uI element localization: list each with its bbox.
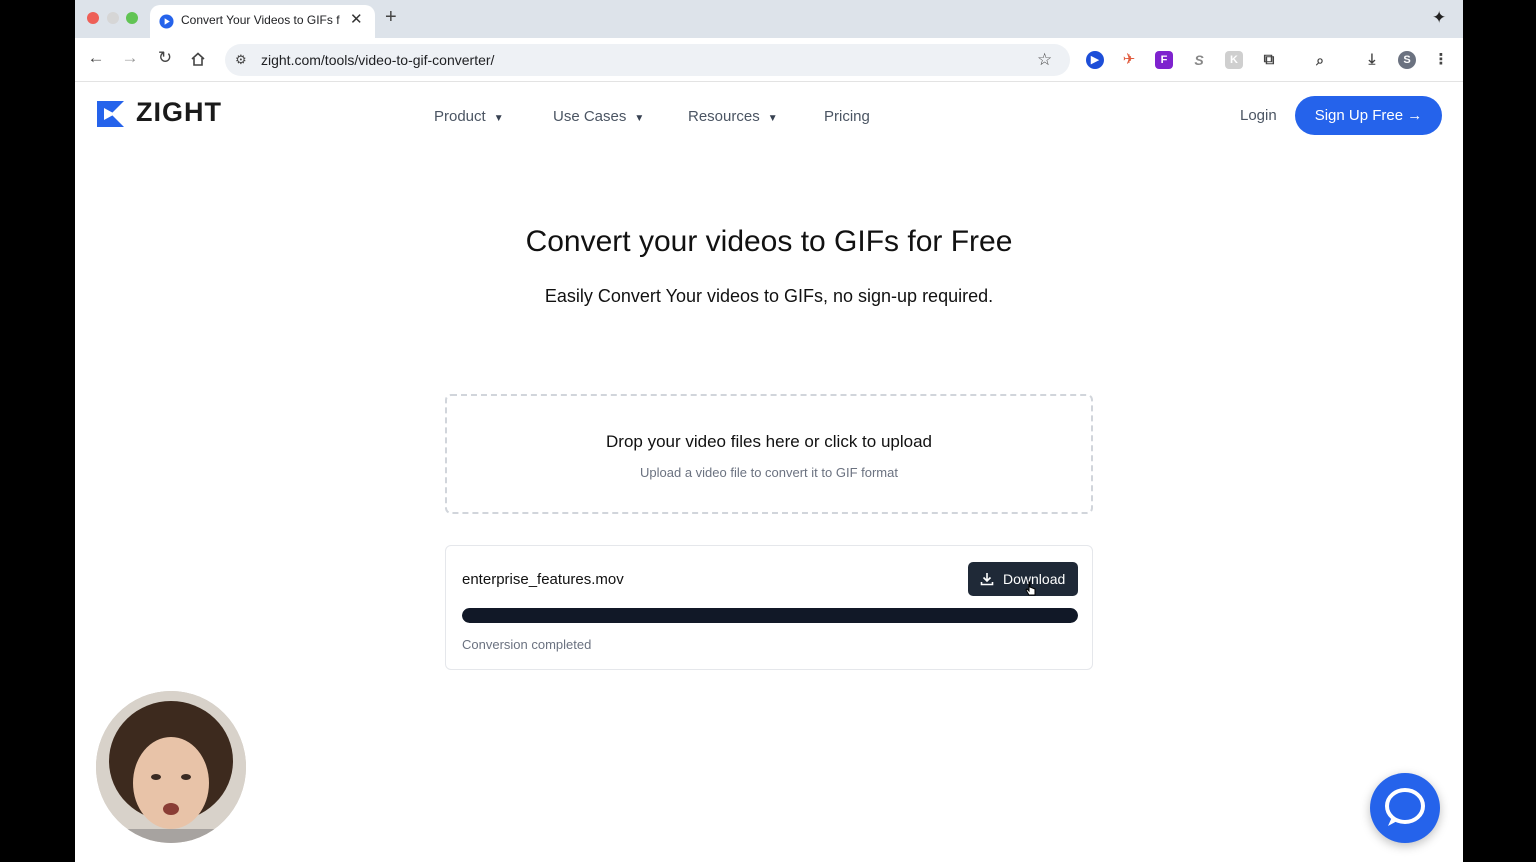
chevron-down-icon: ▼ [634,113,645,124]
mouse-cursor-icon [1025,581,1036,596]
reload-icon[interactable]: ↻ [154,48,176,68]
conversion-progress-bar [462,608,1078,623]
zight-favicon-icon [159,14,174,29]
extension-icon[interactable]: K [1225,51,1243,69]
chat-launcher-button[interactable] [1370,773,1440,843]
zight-extension-icon[interactable]: ▶ [1086,51,1104,69]
nav-use-cases[interactable]: Use Cases ▼ [553,108,644,125]
address-bar[interactable]: ⚙ zight.com/tools/video-to-gif-converter… [225,44,1070,76]
minimize-window-button[interactable] [107,12,119,24]
progress-fill [462,608,1078,623]
conversion-status: Conversion completed [462,637,592,652]
webcam-bubble[interactable] [96,691,246,843]
brand-name[interactable]: ZIGHT [136,97,222,128]
page-title: Convert your videos to GIFs for Free [525,225,1013,258]
tab-search-icon[interactable]: ⌕ [1311,51,1329,69]
profile-avatar[interactable]: S [1398,51,1416,69]
sign-up-button[interactable]: Sign Up Free → [1295,96,1442,135]
file-name: enterprise_features.mov [462,571,624,588]
browser-tab[interactable]: Convert Your Videos to GIFs f ✕ [150,5,375,38]
maximize-window-button[interactable] [126,12,138,24]
extension-icon[interactable]: S [1190,51,1208,69]
nav-label: Resources [688,108,760,125]
downloads-icon[interactable]: ⤓ [1363,51,1381,69]
extensions-puzzle-icon[interactable]: ⧉ [1260,51,1278,69]
browser-menu-icon[interactable]: ⋮ [1432,51,1450,69]
dropzone-title: Drop your video files here or click to u… [606,432,932,451]
zight-logo-icon[interactable] [94,97,128,131]
bookmark-star-icon[interactable]: ☆ [1037,50,1052,70]
login-link[interactable]: Login [1240,107,1277,124]
browser-tab-bar: Convert Your Videos to GIFs f ✕ + ✦ [75,0,1463,38]
extension-icon[interactable]: F [1155,51,1173,69]
close-tab-icon[interactable]: ✕ [350,10,363,28]
download-button[interactable]: Download [968,562,1078,596]
chevron-down-icon: ▼ [767,113,778,124]
chat-bubble-icon [1385,788,1425,826]
forward-icon[interactable]: → [119,48,141,68]
extension-icon[interactable]: ✈ [1120,51,1138,69]
nav-label: Pricing [824,108,870,125]
back-icon[interactable]: ← [85,48,107,68]
nav-pricing[interactable]: Pricing [824,108,870,125]
site-settings-icon[interactable]: ⚙ [235,52,247,68]
presenter-video-frame [96,691,246,843]
nav-label: Use Cases [553,108,627,125]
close-window-button[interactable] [87,12,99,24]
nav-label: Product [434,108,486,125]
new-tab-icon[interactable]: + [385,6,397,29]
dropzone-subtitle: Upload a video file to convert it to GIF… [640,465,898,480]
nav-product[interactable]: Product ▼ [434,108,504,125]
file-conversion-card: enterprise_features.mov Download Convers… [445,545,1093,670]
browser-toolbar: ← → ↻ ⚙ zight.com/tools/video-to-gif-con… [75,38,1463,82]
download-icon [980,573,994,586]
tab-title: Convert Your Videos to GIFs f [181,13,340,27]
url-text: zight.com/tools/video-to-gif-converter/ [261,52,495,68]
page-subtitle: Easily Convert Your videos to GIFs, no s… [544,286,994,306]
screen: Convert Your Videos to GIFs f ✕ + ✦ ← → … [75,0,1463,862]
nav-resources[interactable]: Resources ▼ [688,108,778,125]
upload-dropzone[interactable]: Drop your video files here or click to u… [445,394,1093,514]
chevron-down-icon: ▼ [493,113,504,124]
home-icon[interactable] [190,51,206,67]
gemini-icon[interactable]: ✦ [1432,8,1446,28]
